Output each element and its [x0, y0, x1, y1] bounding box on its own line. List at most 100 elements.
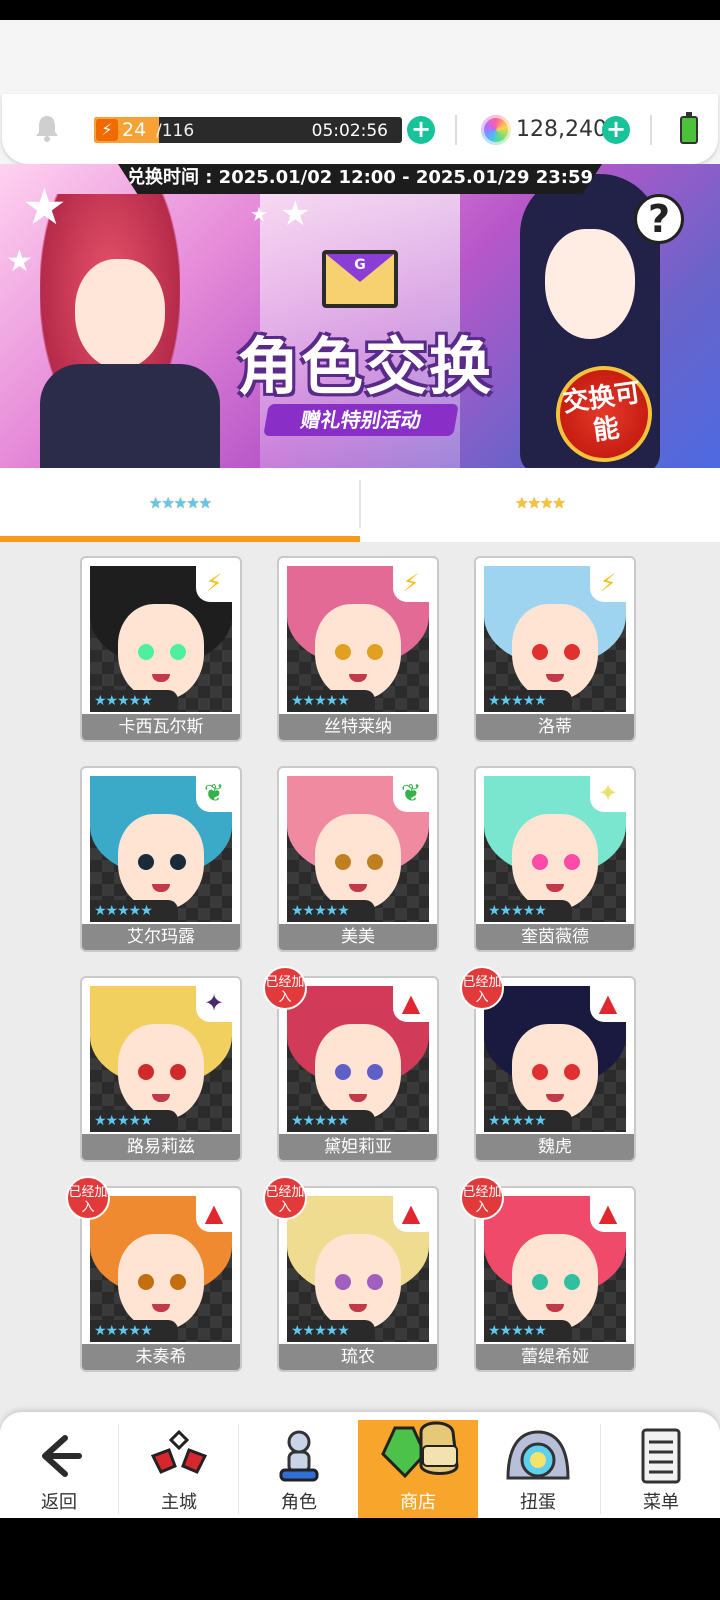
portrait-face [512, 1234, 598, 1330]
portrait-eye [170, 854, 186, 870]
portrait-eye [532, 1274, 548, 1290]
tab-divider [359, 480, 361, 528]
banner-character-right-face [545, 229, 635, 339]
already-joined-badge: 已经加入 [460, 966, 504, 1010]
character-card[interactable]: ▲ ★★★★★ 魏虎 已经加入 [460, 966, 636, 1162]
help-button[interactable]: ? [634, 194, 684, 244]
back-arrow-icon [42, 1435, 82, 1477]
nav-menu[interactable]: 菜单 [602, 1420, 720, 1518]
nav-back-label: 返回 [41, 1492, 77, 1513]
banner-character-left-body [40, 364, 220, 468]
portrait-eye [138, 644, 154, 660]
already-joined-badge: 已经加入 [460, 1176, 504, 1220]
rarity-stars: ★★★★★ [287, 690, 375, 712]
character-portrait: ✦ ★★★★★ [484, 776, 626, 922]
portrait-face [118, 1234, 204, 1330]
character-card[interactable]: ❦ ★★★★★ 艾尔玛露 [80, 766, 242, 952]
tab-four-star[interactable]: ★★★★ [360, 468, 720, 542]
banner-subtitle: 赠礼特别活动 [263, 404, 459, 436]
character-card[interactable]: ⚡ ★★★★★ 卡西瓦尔斯 [80, 556, 242, 742]
nav-shop-label: 商店 [400, 1492, 436, 1513]
character-portrait: ▲ ★★★★★ [287, 986, 429, 1132]
nav-divider [118, 1424, 119, 1514]
portrait-eye [564, 1274, 580, 1290]
portrait-face [315, 814, 401, 910]
fire-icon: ▲ [393, 986, 429, 1022]
character-name: 奎茵薇德 [476, 924, 634, 950]
portrait-eye [138, 854, 154, 870]
character-card[interactable]: ✦ ★★★★★ 路易莉兹 [80, 976, 242, 1162]
castle-icon [150, 1429, 208, 1474]
portrait-face [512, 604, 598, 700]
portrait-eye [564, 854, 580, 870]
character-card[interactable]: ▲ ★★★★★ 黛妲莉亚 已经加入 [263, 966, 439, 1162]
character-card[interactable]: ❦ ★★★★★ 美美 [277, 766, 439, 952]
shop-icon [381, 1421, 459, 1479]
notification-bell-icon[interactable] [32, 113, 62, 143]
portrait-face [315, 1234, 401, 1330]
character-card[interactable]: ⚡ ★★★★★ 洛蒂 [474, 556, 636, 742]
star-decoration-icon: ★ [280, 194, 311, 234]
character-portrait: ❦ ★★★★★ [90, 776, 232, 922]
already-joined-badge: 已经加入 [263, 1176, 307, 1220]
portrait-mouth [152, 1094, 170, 1102]
character-name: 未奏希 [82, 1344, 240, 1370]
add-stamina-button[interactable]: + [407, 116, 435, 144]
portrait-eye [367, 854, 383, 870]
dark-icon: ✦ [196, 986, 232, 1022]
nav-shop[interactable]: 商店 [358, 1420, 478, 1518]
portrait-face [512, 1024, 598, 1120]
fire-icon: ▲ [590, 986, 626, 1022]
already-joined-badge: 已经加入 [263, 966, 307, 1010]
character-icon [279, 1430, 319, 1482]
portrait-eye [335, 1274, 351, 1290]
character-name: 洛蒂 [476, 714, 634, 740]
rarity-stars: ★★★★★ [484, 900, 572, 922]
portrait-mouth [546, 884, 564, 892]
tab-five-star[interactable]: ★★★★★ [0, 468, 360, 542]
banner-character-left-face [75, 259, 165, 369]
divider [455, 115, 457, 145]
character-name: 丝特莱纳 [279, 714, 437, 740]
portrait-mouth [546, 1304, 564, 1312]
portrait-eye [335, 644, 351, 660]
character-portrait: ✦ ★★★★★ [90, 986, 232, 1132]
character-card[interactable]: ⚡ ★★★★★ 丝特莱纳 [277, 556, 439, 742]
portrait-eye [170, 1064, 186, 1080]
portrait-mouth [349, 884, 367, 892]
stamina-current: 24 [122, 119, 147, 141]
character-name: 蕾缇希娅 [476, 1344, 634, 1370]
nav-character[interactable]: 角色 [240, 1420, 358, 1518]
character-card[interactable]: ✦ ★★★★★ 奎茵薇德 [474, 766, 636, 952]
character-portrait: ⚡ ★★★★★ [484, 566, 626, 712]
star-decoration-icon: ★ [22, 178, 67, 236]
portrait-face [118, 1024, 204, 1120]
fire-icon: ▲ [590, 1196, 626, 1232]
rarity-stars: ★★★★★ [484, 1320, 572, 1342]
stamina-bar: ⚡ 24 /116 05:02:56 [94, 117, 402, 143]
portrait-eye [564, 644, 580, 660]
character-card[interactable]: ▲ ★★★★★ 蕾缇希娅 已经加入 [460, 1176, 636, 1372]
stamina-timer: 05:02:56 [311, 121, 388, 141]
rarity-stars: ★★★★★ [90, 690, 178, 712]
exchange-period-strip: 兑换时间 : 2025.01/02 12:00 - 2025.01/29 23:… [118, 164, 602, 194]
nav-castle[interactable]: 主城 [120, 1420, 238, 1518]
add-gems-button[interactable]: + [602, 116, 630, 144]
portrait-mouth [546, 1094, 564, 1102]
character-name: 美美 [279, 924, 437, 950]
portrait-mouth [152, 884, 170, 892]
character-card[interactable]: ▲ ★★★★★ 未奏希 已经加入 [66, 1176, 242, 1372]
portrait-face [315, 1024, 401, 1120]
character-portrait: ▲ ★★★★★ [287, 1196, 429, 1342]
lightning-icon: ⚡ [590, 566, 626, 602]
portrait-mouth [349, 1304, 367, 1312]
nav-gacha[interactable]: 扭蛋 [478, 1420, 598, 1518]
rarity-stars: ★★★★★ [287, 1320, 375, 1342]
nav-gacha-label: 扭蛋 [520, 1492, 556, 1513]
nav-back[interactable]: 返回 [0, 1420, 118, 1518]
character-name: 魏虎 [476, 1134, 634, 1160]
app-screen: { "topbar": { "stamina_current": "24", "… [0, 0, 720, 1600]
character-name: 黛妲莉亚 [279, 1134, 437, 1160]
portrait-face [315, 604, 401, 700]
character-card[interactable]: ▲ ★★★★★ 琉农 已经加入 [263, 1176, 439, 1372]
